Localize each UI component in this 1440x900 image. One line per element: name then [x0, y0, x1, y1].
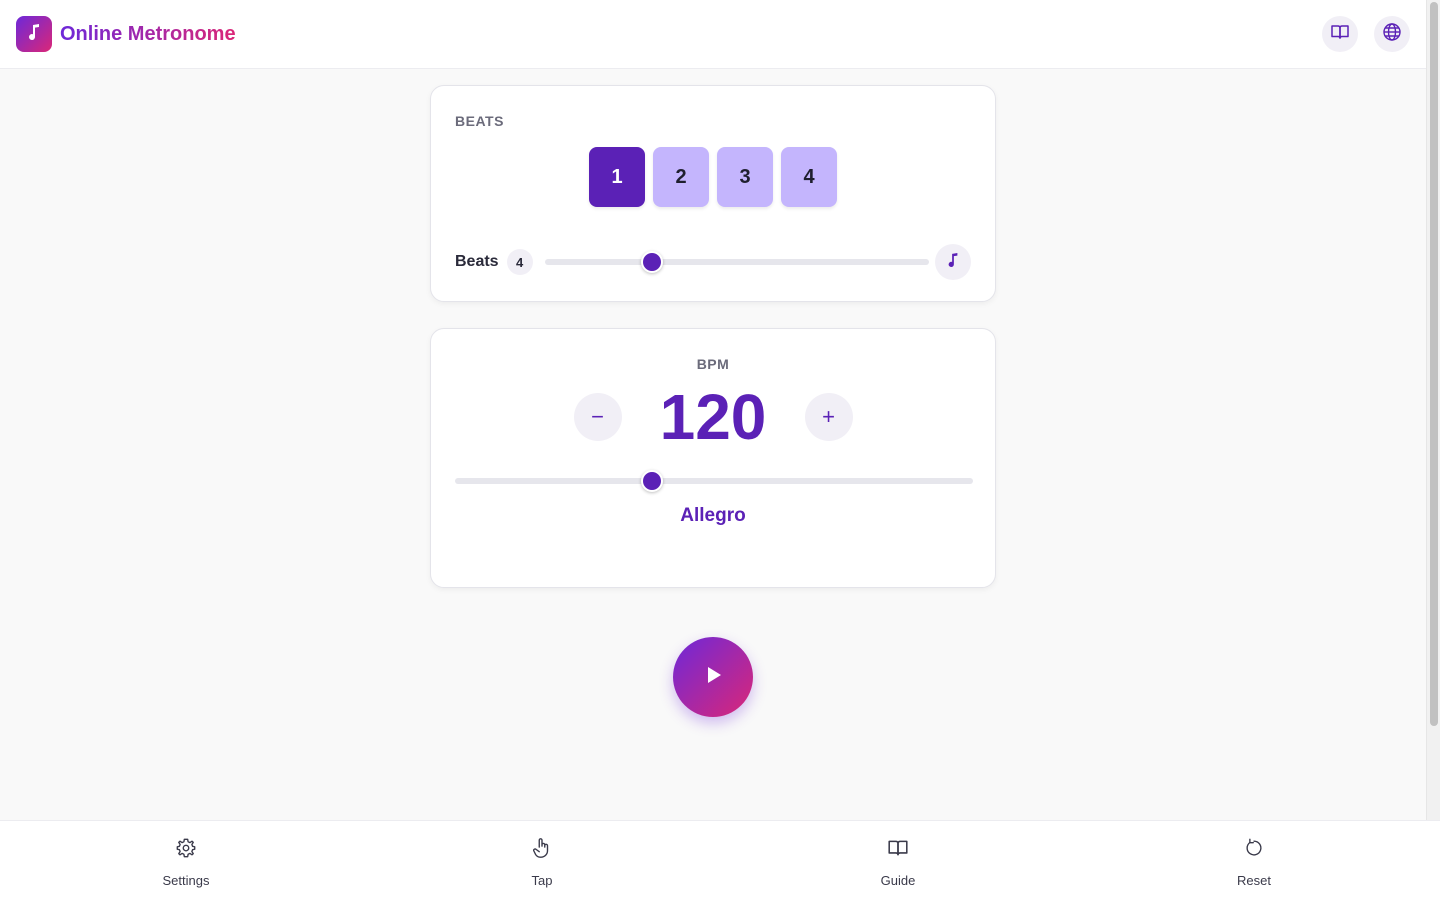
- app-logo: [16, 16, 52, 52]
- bpm-value: 120: [659, 381, 767, 453]
- beats-count-badge: 4: [506, 249, 533, 275]
- nav-reset[interactable]: Reset: [1204, 837, 1304, 888]
- nav-guide-label: Guide: [880, 873, 916, 888]
- play-icon: [702, 664, 724, 691]
- nav-tap-label: Tap: [531, 873, 553, 888]
- bpm-card: BPM − 120 + Allegro: [430, 328, 996, 588]
- music-note-icon: [946, 252, 960, 273]
- bottom-navigation: Settings Tap Guide Reset: [0, 820, 1440, 900]
- guide-book-button[interactable]: [1322, 16, 1358, 52]
- decrease-bpm-button[interactable]: −: [573, 393, 622, 441]
- app-title: Online Metronome: [60, 22, 236, 45]
- tempo-marking: Allegro: [680, 505, 746, 526]
- globe-icon: [1382, 22, 1402, 47]
- beats-slider[interactable]: [544, 251, 929, 273]
- reset-icon: [1243, 837, 1265, 864]
- beats-section-label: BEATS: [455, 113, 504, 129]
- beats-control-row: Beats 4: [455, 244, 971, 280]
- bpm-control-row: − 120 +: [431, 385, 995, 449]
- beats-slider-thumb[interactable]: [641, 251, 664, 273]
- gear-icon: [175, 837, 197, 864]
- nav-guide[interactable]: Guide: [848, 837, 948, 888]
- bpm-slider-thumb[interactable]: [640, 470, 663, 492]
- scrollbar-thumb[interactable]: [1430, 2, 1438, 726]
- play-button[interactable]: [673, 637, 753, 717]
- book-icon: [887, 837, 909, 864]
- bpm-section-label: BPM: [696, 356, 730, 372]
- nav-tap[interactable]: Tap: [492, 837, 592, 888]
- sound-button[interactable]: [935, 244, 971, 280]
- beat-2[interactable]: 2: [653, 147, 709, 207]
- tap-hand-icon: [531, 837, 553, 864]
- beat-4[interactable]: 4: [781, 147, 837, 207]
- beat-indicators: 1 2 3 4: [431, 147, 995, 207]
- book-icon: [1330, 22, 1350, 47]
- bpm-slider[interactable]: [455, 470, 973, 492]
- nav-settings[interactable]: Settings: [136, 837, 236, 888]
- music-note-icon: [26, 23, 42, 46]
- top-header: Online Metronome: [0, 0, 1426, 69]
- increase-bpm-button[interactable]: +: [804, 393, 853, 441]
- beat-1[interactable]: 1: [589, 147, 645, 207]
- beats-control-label: Beats: [455, 253, 499, 270]
- page-scrollbar[interactable]: [1426, 0, 1440, 900]
- beats-card: BEATS 1 2 3 4 Beats 4: [430, 85, 996, 302]
- beat-3[interactable]: 3: [717, 147, 773, 207]
- language-button[interactable]: [1374, 16, 1410, 52]
- nav-settings-label: Settings: [162, 873, 210, 888]
- nav-reset-label: Reset: [1237, 873, 1271, 888]
